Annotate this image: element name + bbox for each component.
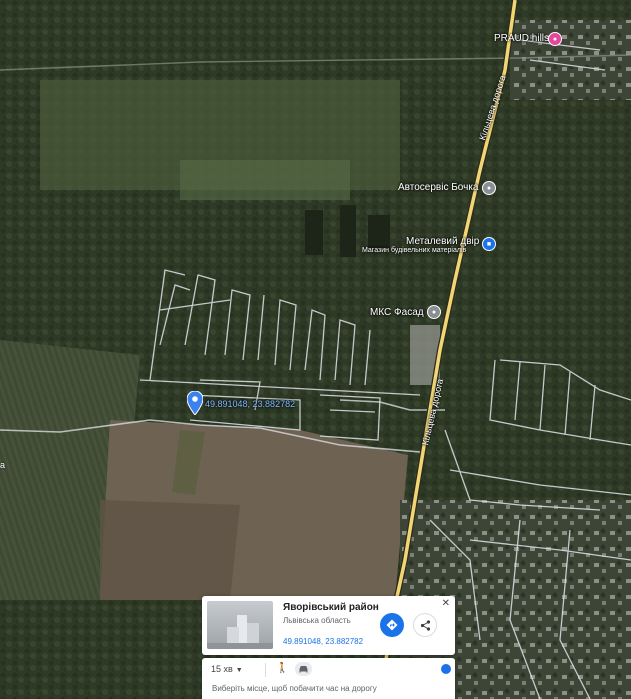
directions-icon	[386, 619, 398, 631]
travel-hint: Виберіть місце, щоб побачити час на доро…	[212, 684, 377, 693]
place-subtitle: Львівська область	[283, 616, 351, 625]
share-button[interactable]	[413, 613, 437, 637]
town-area	[510, 20, 631, 100]
place-icon: ●	[427, 305, 441, 319]
close-icon[interactable]: ✕	[442, 598, 450, 609]
plowed-field-dark	[100, 500, 240, 600]
poi-subtitle: Магазин будівельних матеріалів	[362, 247, 467, 254]
poi-label: Автосервіс Бочка	[398, 182, 479, 193]
place-thumbnail[interactable]	[207, 601, 273, 649]
travel-time-value: 15 хв	[211, 664, 233, 674]
edge-label: а	[0, 460, 6, 470]
poi-label: PRAUD hills	[494, 33, 550, 44]
poi-label: Металевий двір	[406, 236, 480, 247]
car-mode-button[interactable]	[295, 662, 312, 676]
mode-toggle[interactable]	[441, 664, 451, 674]
place-coordinates[interactable]: 49.891048, 23.882782	[283, 637, 363, 646]
pin-coordinates-label: 49.891048, 23.882782	[205, 399, 296, 409]
travel-time-panel: 15 хв ▼ 🚶 Виберіть місце, щоб побачити ча…	[202, 658, 455, 699]
poi-label: МКС Фасад	[370, 307, 424, 318]
shopping-icon: ■	[482, 237, 496, 251]
meadow-area	[180, 160, 350, 200]
travel-time-select[interactable]: 15 хв ▼	[211, 664, 243, 674]
satellite-map[interactable]	[0, 0, 631, 699]
location-pin-icon[interactable]	[187, 391, 203, 415]
dark-plots	[368, 215, 390, 250]
dark-plots	[305, 210, 323, 255]
chevron-down-icon: ▼	[235, 667, 243, 674]
divider	[265, 663, 266, 677]
place-icon: ●	[482, 181, 496, 195]
dark-plots	[340, 205, 356, 257]
car-icon	[299, 665, 308, 672]
place-card: Яворівський район Львівська область 49.8…	[202, 596, 455, 655]
hotel-icon: ●	[548, 32, 562, 46]
directions-button[interactable]	[380, 613, 404, 637]
place-title: Яворівський район	[283, 602, 379, 613]
share-icon	[420, 619, 430, 631]
walk-icon[interactable]: 🚶	[276, 663, 288, 674]
